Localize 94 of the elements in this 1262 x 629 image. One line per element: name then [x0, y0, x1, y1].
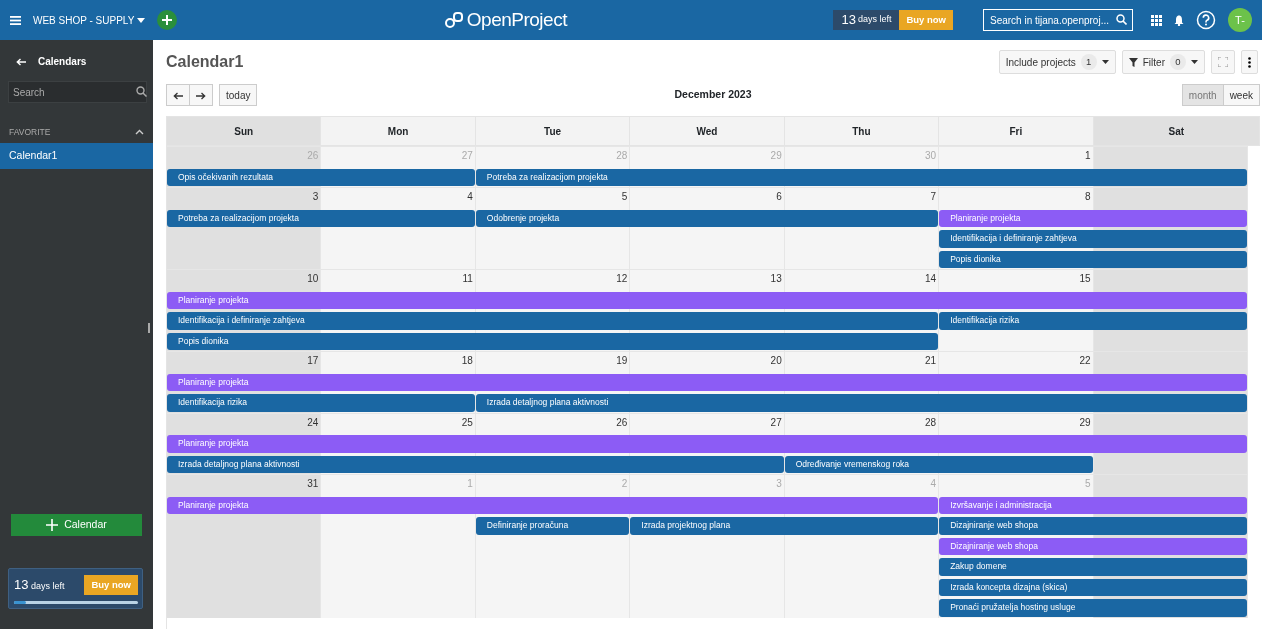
- day-number: 31: [307, 478, 319, 491]
- day-number: 12: [616, 273, 628, 286]
- event-bar[interactable]: Identifikacija rizika: [939, 312, 1247, 330]
- day-number: 11: [462, 273, 473, 286]
- add-button[interactable]: [157, 10, 178, 30]
- day-number: 2: [621, 478, 628, 491]
- weekday-header: Sun: [167, 116, 322, 146]
- filter-icon: [1128, 57, 1138, 67]
- day-number: 6: [776, 191, 782, 204]
- event-bar[interactable]: Definiranje proračuna: [475, 517, 630, 535]
- left-arrow-icon: [173, 91, 183, 100]
- weekday-header: Sat: [1093, 116, 1260, 146]
- trial-days: 13 days left: [14, 575, 65, 595]
- day-number: 15: [1079, 273, 1091, 286]
- include-projects-button[interactable]: Include projects 1: [998, 50, 1116, 74]
- fullscreen-icon: [1218, 57, 1228, 67]
- day-number: 28: [616, 150, 628, 163]
- sidebar-title: Calendars: [38, 55, 87, 69]
- day-number: 4: [930, 478, 937, 491]
- day-number: 4: [467, 191, 473, 204]
- day-number: 25: [461, 416, 473, 429]
- event-bar[interactable]: Izrada projektnog plana: [630, 517, 939, 535]
- event-bar[interactable]: Identifikacija i definiranje zahtjeva: [167, 312, 939, 330]
- more-options-button[interactable]: [1241, 50, 1258, 74]
- count-badge: 0: [1170, 54, 1186, 70]
- notification-bell-icon[interactable]: [1174, 14, 1184, 26]
- kebab-icon: [1248, 56, 1251, 68]
- event-bar[interactable]: Izrada detaljnog plana aktivnosti: [475, 394, 1247, 412]
- event-bar[interactable]: Identifikacija rizika: [167, 394, 475, 412]
- logo-text: OpenProject: [466, 7, 567, 32]
- menu-icon[interactable]: [10, 15, 21, 25]
- section-label: FAVORITE: [9, 125, 51, 139]
- day-number: 18: [461, 355, 473, 368]
- day-number: 28: [925, 416, 937, 429]
- day-number: 3: [312, 191, 319, 204]
- next-button[interactable]: [190, 84, 213, 106]
- day-number: 27: [770, 416, 782, 429]
- period-title: December 2023: [673, 87, 753, 103]
- day-number: 30: [925, 150, 937, 163]
- search-icon[interactable]: [136, 86, 147, 97]
- search-icon[interactable]: [1116, 14, 1127, 25]
- day-number: 1: [1085, 150, 1091, 163]
- day-number: 29: [770, 150, 782, 163]
- caret-icon: [1191, 60, 1198, 64]
- right-arrow-icon: [196, 91, 206, 100]
- event-bar[interactable]: Planiranje projekta: [167, 435, 1247, 453]
- back-arrow-icon[interactable]: [16, 57, 26, 66]
- resize-handle[interactable]: [148, 323, 150, 333]
- day-number: 13: [770, 273, 782, 286]
- view-tab[interactable]: month: [1181, 84, 1224, 106]
- day-number: 27: [461, 150, 473, 163]
- project-selector[interactable]: WEB SHOP - SUPPLY: [33, 12, 146, 28]
- logo-icon: [443, 11, 464, 29]
- search-field[interactable]: Search: [8, 81, 147, 103]
- weekday-header: Mon: [321, 116, 476, 146]
- add-calendar-button[interactable]: Calendar: [11, 514, 142, 536]
- event-bar[interactable]: Pronaći pružatelja hosting usluge: [939, 599, 1247, 617]
- day-number: 3: [776, 478, 782, 491]
- count-badge: 1: [1080, 54, 1097, 70]
- page-title: Calendar1: [166, 52, 244, 72]
- day-number: 5: [1085, 478, 1091, 491]
- weekday-header: Fri: [939, 116, 1094, 146]
- weekday-header: Tue: [475, 116, 631, 146]
- day-number: 24: [307, 416, 319, 429]
- help-icon[interactable]: [1196, 10, 1216, 30]
- plus-icon: [46, 519, 59, 531]
- sidebar-item[interactable]: Calendar1: [0, 143, 153, 169]
- plus-icon: [162, 15, 173, 25]
- chevron-up-icon[interactable]: [135, 129, 144, 135]
- day-number: 20: [770, 355, 782, 368]
- event-bar[interactable]: Dizajniranje web shopa: [939, 517, 1247, 535]
- day-number: 21: [925, 355, 937, 368]
- event-bar[interactable]: Zakup domene: [939, 558, 1247, 576]
- day-number: 10: [307, 273, 319, 286]
- day-number: 1: [467, 478, 473, 491]
- caret-icon: [137, 17, 146, 23]
- today-button[interactable]: today: [219, 84, 258, 106]
- day-number: 17: [307, 355, 319, 368]
- day-number: 19: [616, 355, 628, 368]
- filter-button[interactable]: Filter 0: [1121, 50, 1205, 74]
- apps-grid-icon[interactable]: [1151, 14, 1162, 26]
- weekday-header: Thu: [784, 116, 940, 146]
- day-number: 26: [616, 416, 628, 429]
- caret-icon: [1101, 60, 1109, 64]
- day-number: 29: [1079, 416, 1091, 429]
- day-number: 7: [930, 191, 937, 204]
- day-number: 8: [1085, 191, 1091, 204]
- day-number: 22: [1079, 355, 1091, 368]
- event-bar[interactable]: Identifikacija i definiranje zahtjeva: [939, 230, 1247, 248]
- day-number: 14: [925, 273, 937, 286]
- previous-button[interactable]: [166, 84, 190, 106]
- weekday-header: Wed: [630, 116, 785, 146]
- day-number: 5: [621, 191, 628, 204]
- view-tab[interactable]: week: [1223, 84, 1260, 106]
